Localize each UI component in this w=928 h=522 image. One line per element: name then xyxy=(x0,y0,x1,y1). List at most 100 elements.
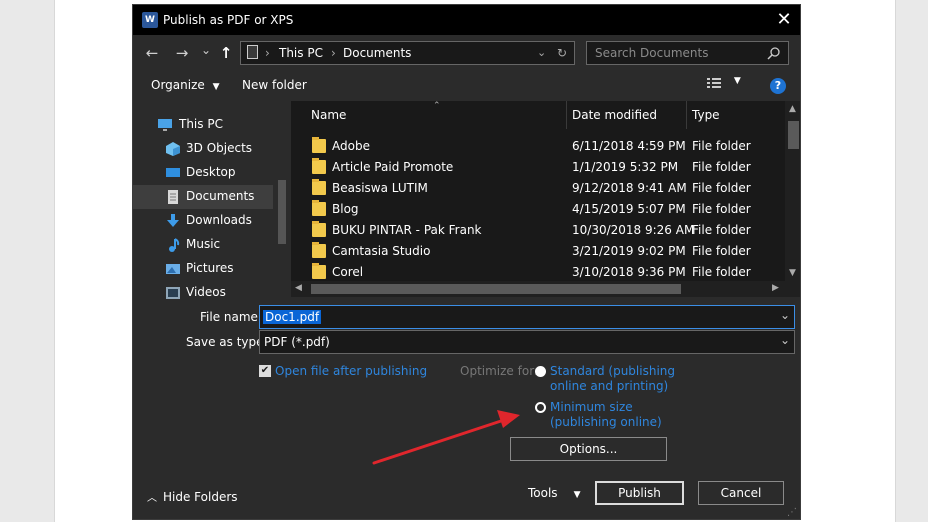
navigation-pane: This PC 3D Objects Desktop Documents Dow… xyxy=(133,101,291,299)
sidebar-item-label: Downloads xyxy=(186,213,252,227)
minimum-size-option-label[interactable]: Minimum size (publishing online) xyxy=(550,400,662,430)
sidebar-item-videos[interactable]: Videos xyxy=(133,281,273,305)
file-name: Corel xyxy=(332,265,364,279)
organize-button[interactable]: Organize ▼ xyxy=(151,78,220,92)
scroll-right-icon[interactable]: ▶ xyxy=(772,283,779,293)
help-icon[interactable]: ? xyxy=(770,78,786,94)
table-row[interactable]: Article Paid Promote 1/1/2019 5:32 PM Fi… xyxy=(291,157,781,178)
folder-icon xyxy=(312,242,326,258)
up-arrow-icon[interactable]: ↑ xyxy=(217,44,235,62)
sidebar-item-label: Documents xyxy=(186,189,255,203)
open-after-publishing-checkbox[interactable]: ✔ xyxy=(259,365,271,377)
chevron-up-icon: ︿ xyxy=(147,493,157,504)
breadcrumb-documents[interactable]: Documents xyxy=(343,46,411,60)
file-type: File folder xyxy=(692,202,751,216)
sidebar-item-desktop[interactable]: Desktop xyxy=(133,161,273,185)
file-type: File folder xyxy=(692,265,751,279)
column-divider[interactable] xyxy=(686,101,687,129)
tools-button[interactable]: Tools ▼ xyxy=(528,486,580,500)
sidebar-item-3d-objects[interactable]: 3D Objects xyxy=(133,137,273,161)
standard-line-2: online and printing) xyxy=(550,379,669,393)
file-name: Camtasia Studio xyxy=(332,244,431,258)
table-row[interactable]: Beasiswa LUTIM 9/12/2018 9:41 AM File fo… xyxy=(291,178,781,199)
sidebar-item-downloads[interactable]: Downloads xyxy=(133,209,273,233)
sidebar-item-this-pc[interactable]: This PC xyxy=(133,113,273,137)
folder-icon xyxy=(312,179,326,195)
document-icon xyxy=(168,190,178,204)
standard-option-label[interactable]: Standard (publishing online and printing… xyxy=(550,364,675,394)
word-icon: W xyxy=(142,12,158,28)
sidebar-item-label: Videos xyxy=(186,285,226,299)
chevron-down-icon[interactable]: ⌄ xyxy=(780,308,790,322)
breadcrumb-chevron-icon: › xyxy=(331,46,336,60)
standard-radio[interactable] xyxy=(535,366,546,377)
save-as-type-value: PDF (*.pdf) xyxy=(264,335,330,349)
column-header-date[interactable]: Date modified xyxy=(572,108,657,122)
column-header-name[interactable]: Name xyxy=(311,108,346,122)
recent-locations-icon[interactable]: ⌄ xyxy=(197,41,215,59)
file-type: File folder xyxy=(692,160,751,174)
video-icon xyxy=(166,287,180,299)
table-row[interactable]: Blog 4/15/2019 5:07 PM File folder xyxy=(291,199,781,220)
cube-icon xyxy=(166,142,180,156)
column-header-type[interactable]: Type xyxy=(692,108,720,122)
back-arrow-icon[interactable]: ← xyxy=(143,44,161,62)
vertical-scrollbar-thumb[interactable] xyxy=(788,121,799,149)
sidebar-item-music[interactable]: Music xyxy=(133,233,273,257)
address-dropdown-icon[interactable]: ⌄ xyxy=(537,46,546,59)
folder-icon xyxy=(312,200,326,216)
file-name-value: Doc1.pdf xyxy=(263,310,322,324)
table-row[interactable]: Corel 3/10/2018 9:36 PM File folder xyxy=(291,262,781,283)
folder-icon xyxy=(312,158,326,174)
view-options-button[interactable]: ▼ xyxy=(706,76,741,93)
chevron-down-icon[interactable]: ⌄ xyxy=(780,333,790,347)
desktop-icon xyxy=(166,168,180,177)
cancel-button[interactable]: Cancel xyxy=(698,481,784,505)
music-icon xyxy=(169,238,180,252)
publish-dialog: W Publish as PDF or XPS ✕ ← → ⌄ ↑ › This… xyxy=(132,4,801,520)
search-input[interactable]: Search Documents xyxy=(586,41,789,65)
file-date: 3/10/2018 9:36 PM xyxy=(572,265,686,279)
tools-label: Tools xyxy=(528,486,558,500)
scroll-down-icon[interactable]: ▼ xyxy=(789,268,796,278)
scroll-up-icon[interactable]: ▲ xyxy=(789,104,796,114)
address-bar[interactable]: › This PC › Documents ⌄ ↻ xyxy=(240,41,575,65)
minimum-size-radio[interactable] xyxy=(535,402,546,413)
file-name-input[interactable]: Doc1.pdf ⌄ xyxy=(259,305,795,329)
documents-location-icon xyxy=(247,45,258,59)
table-row[interactable]: Adobe 6/11/2018 4:59 PM File folder xyxy=(291,136,781,157)
file-date: 3/21/2019 9:02 PM xyxy=(572,244,686,258)
file-name: Adobe xyxy=(332,139,370,153)
hide-folders-button[interactable]: ︿ Hide Folders xyxy=(147,489,238,504)
tools-dropdown-icon: ▼ xyxy=(573,490,581,500)
column-divider[interactable] xyxy=(566,101,567,129)
table-row[interactable]: BUKU PINTAR - Pak Frank 10/30/2018 9:26 … xyxy=(291,220,781,241)
file-date: 10/30/2018 9:26 AM xyxy=(572,223,695,237)
resize-grip-icon[interactable]: ⋰ xyxy=(787,507,797,518)
close-icon[interactable]: ✕ xyxy=(772,8,796,32)
open-after-publishing-label[interactable]: Open file after publishing xyxy=(275,364,427,379)
file-type: File folder xyxy=(692,244,751,258)
forward-arrow-icon[interactable]: → xyxy=(173,44,191,62)
sidebar-item-label: This PC xyxy=(179,117,223,131)
organize-label: Organize xyxy=(151,78,205,92)
sidebar-item-documents[interactable]: Documents xyxy=(133,185,273,209)
file-name: Blog xyxy=(332,202,359,216)
scroll-left-icon[interactable]: ◀ xyxy=(295,283,302,293)
table-row[interactable]: Camtasia Studio 3/21/2019 9:02 PM File f… xyxy=(291,241,781,262)
navigation-scrollbar-thumb[interactable] xyxy=(278,180,286,244)
pictures-icon xyxy=(166,264,180,274)
save-as-type-select[interactable]: PDF (*.pdf) ⌄ xyxy=(259,330,795,354)
options-button[interactable]: Options... xyxy=(510,437,667,461)
computer-icon xyxy=(158,119,172,131)
breadcrumb-this-pc[interactable]: This PC xyxy=(279,46,323,60)
horizontal-scrollbar-thumb[interactable] xyxy=(311,284,681,294)
publish-button[interactable]: Publish xyxy=(595,481,684,505)
refresh-icon[interactable]: ↻ xyxy=(557,46,567,60)
new-folder-button[interactable]: New folder xyxy=(242,78,307,92)
sidebar-item-pictures[interactable]: Pictures xyxy=(133,257,273,281)
minimum-line-2: (publishing online) xyxy=(550,415,662,429)
file-date: 9/12/2018 9:41 AM xyxy=(572,181,687,195)
file-type: File folder xyxy=(692,223,751,237)
list-view-icon xyxy=(707,78,721,88)
